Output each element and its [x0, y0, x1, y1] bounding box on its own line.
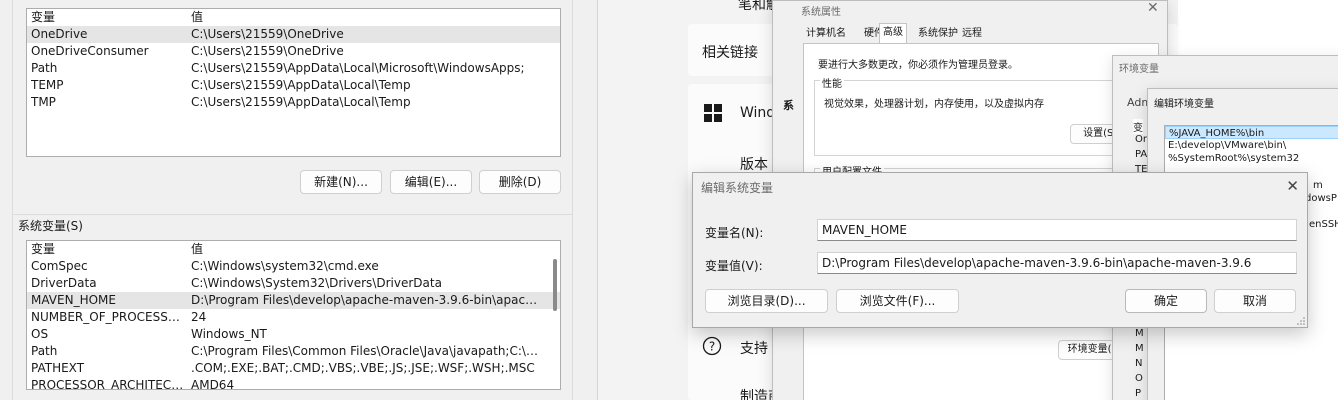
- dialog-title: 编辑环境变量: [1154, 99, 1214, 110]
- windows-logo-icon: [704, 104, 722, 122]
- table-row[interactable]: MAVEN_HOME D:\Program Files\develop\apac…: [27, 292, 560, 309]
- variable-value: C:\Users\21559\AppData\Local\Temp: [191, 95, 411, 109]
- variable-name: OneDriveConsumer: [31, 44, 149, 58]
- list-item[interactable]: %SystemRoot%\system32: [1165, 152, 1338, 165]
- list-item[interactable]: %JAVA_HOME%\bin: [1165, 126, 1338, 139]
- variable-name: NUMBER_OF_PROCESSORS: [31, 310, 187, 324]
- variable-name: Path: [31, 344, 58, 358]
- browse-file-button[interactable]: 浏览文件(F)...: [836, 289, 959, 313]
- dialog-title: 环境变量: [1119, 64, 1159, 75]
- variable-name: PROCESSOR_ARCHITECTURE: [31, 378, 187, 390]
- table-row[interactable]: DriverData C:\Windows\System32\Drivers\D…: [27, 275, 560, 292]
- user-variables-list[interactable]: 变量 值 OneDrive C:\Users\21559\OneDrive On…: [26, 8, 561, 157]
- sys-var-partial: M: [1135, 343, 1144, 354]
- related-links-heading: 相关链接: [702, 45, 758, 61]
- variable-name: OneDrive: [31, 27, 88, 41]
- variable-name-label: 变量名(N):: [705, 226, 764, 240]
- list-item[interactable]: E:\develop\VMware\bin\: [1165, 139, 1338, 152]
- support-heading[interactable]: 支持: [740, 338, 768, 358]
- table-row[interactable]: ComSpec C:\Windows\system32\cmd.exe: [27, 258, 560, 275]
- sys-var-partial: N: [1135, 358, 1143, 369]
- environment-variables-window: 变量 值 OneDrive C:\Users\21559\OneDrive On…: [0, 0, 598, 400]
- list-header[interactable]: 变量 值: [27, 9, 560, 26]
- scrollbar[interactable]: [552, 259, 558, 387]
- column-header-value[interactable]: 值: [191, 241, 539, 258]
- variable-name: ComSpec: [31, 259, 88, 273]
- system-variables-group-label: 系统变量(S): [18, 219, 83, 233]
- variable-name-field[interactable]: MAVEN_HOME: [817, 219, 1297, 241]
- variable-value: C:\Windows\System32\Drivers\DriverData: [191, 276, 442, 290]
- user-var-partial: 变: [1133, 119, 1143, 134]
- ok-button[interactable]: 确定: [1125, 289, 1207, 313]
- table-row[interactable]: TEMP C:\Users\21559\AppData\Local\Temp: [27, 77, 560, 94]
- variable-value: C:\Program Files\Common Files\Oracle\Jav…: [191, 344, 539, 358]
- table-row[interactable]: PATHEXT .COM;.EXE;.BAT;.CMD;.VBS;.VBE;.J…: [27, 360, 560, 377]
- column-header-variable[interactable]: 变量: [31, 9, 187, 26]
- column-header-variable[interactable]: 变量: [31, 241, 187, 258]
- variable-value: C:\Users\21559\OneDrive: [191, 44, 344, 58]
- new-user-variable-button[interactable]: 新建(N)...: [300, 170, 382, 194]
- close-icon[interactable]: ✕: [1147, 1, 1159, 15]
- performance-group-label: 性能: [820, 75, 844, 90]
- variable-value: C:\Users\21559\AppData\Local\Microsoft\W…: [191, 61, 525, 75]
- table-row[interactable]: OneDrive C:\Users\21559\OneDrive: [27, 26, 560, 43]
- edit-user-variable-button[interactable]: 编辑(E)...: [390, 170, 472, 194]
- dialog-title: 系统属性: [801, 7, 841, 18]
- variable-value: D:\Program Files\develop\apache-maven-3.…: [191, 293, 539, 307]
- tab-computer-name[interactable]: 计算机名: [803, 25, 849, 43]
- variable-value: 24: [191, 310, 207, 324]
- table-row[interactable]: Path C:\Program Files\Common Files\Oracl…: [27, 343, 560, 360]
- sys-var-partial: M: [1135, 328, 1144, 339]
- variable-name: MAVEN_HOME: [31, 293, 116, 307]
- tab-advanced[interactable]: 高级: [879, 23, 907, 43]
- variable-value-label: 变量值(V):: [705, 259, 763, 273]
- performance-description: 视觉效果，处理器计划，内存使用，以及虚拟内存: [824, 99, 1044, 110]
- sys-var-partial: O: [1135, 373, 1143, 384]
- variable-name: TEMP: [31, 78, 64, 92]
- system-section-partial: 系: [783, 99, 794, 112]
- window-border: [572, 0, 573, 400]
- table-row[interactable]: OneDriveConsumer C:\Users\21559\OneDrive: [27, 43, 560, 60]
- svg-text:?: ?: [709, 340, 715, 354]
- tab-system-protection[interactable]: 系统保护: [915, 25, 961, 43]
- variable-value: C:\Windows\system32\cmd.exe: [191, 259, 379, 273]
- variable-value: AMD64: [191, 378, 235, 390]
- table-row[interactable]: NUMBER_OF_PROCESSORS 24: [27, 309, 560, 326]
- variable-name: PATHEXT: [31, 361, 85, 375]
- system-variables-list[interactable]: 变量 值 ComSpec C:\Windows\system32\cmd.exe…: [26, 240, 561, 390]
- variable-name: OS: [31, 327, 49, 341]
- variable-name: TMP: [31, 95, 56, 109]
- admin-note: 要进行大多数更改，你必须作为管理员登录。: [818, 60, 1018, 71]
- divider: [12, 214, 573, 215]
- tab-remote[interactable]: 远程: [959, 25, 985, 43]
- variable-value: C:\Users\21559\OneDrive: [191, 27, 344, 41]
- variable-value: C:\Users\21559\AppData\Local\Temp: [191, 78, 411, 92]
- edition-label: 版本: [740, 157, 768, 173]
- dialog-title: 编辑系统变量: [701, 181, 774, 195]
- variable-name: Path: [31, 61, 58, 75]
- variable-value: Windows_NT: [191, 327, 267, 341]
- variable-value-field[interactable]: D:\Program Files\develop\apache-maven-3.…: [817, 252, 1297, 274]
- list-header[interactable]: 变量 值: [27, 241, 560, 258]
- browse-directory-button[interactable]: 浏览目录(D)...: [705, 289, 828, 313]
- performance-group: [814, 80, 1150, 156]
- table-row[interactable]: OS Windows_NT: [27, 326, 560, 343]
- delete-user-variable-button[interactable]: 删除(D): [479, 170, 561, 194]
- table-row[interactable]: TMP C:\Users\21559\AppData\Local\Temp: [27, 94, 560, 111]
- close-icon[interactable]: ✕: [1286, 177, 1299, 195]
- help-icon: ?: [702, 336, 722, 356]
- edit-system-variable-dialog: 编辑系统变量 ✕ 变量名(N): MAVEN_HOME 变量值(V): D:\P…: [692, 172, 1308, 328]
- table-row[interactable]: PROCESSOR_ARCHITECTURE AMD64: [27, 377, 560, 390]
- user-var-partial: PA: [1135, 149, 1148, 160]
- resize-grip-icon[interactable]: [1297, 317, 1305, 325]
- table-row[interactable]: Path C:\Users\21559\AppData\Local\Micros…: [27, 60, 560, 77]
- variable-value: .COM;.EXE;.BAT;.CMD;.VBS;.VBE;.JS;.JSE;.…: [191, 361, 535, 375]
- cancel-button[interactable]: 取消: [1214, 289, 1296, 313]
- window-border: [12, 0, 13, 400]
- variable-name: DriverData: [31, 276, 97, 290]
- sys-var-partial: P: [1135, 388, 1142, 399]
- scrollbar-thumb[interactable]: [553, 259, 557, 311]
- column-header-value[interactable]: 值: [191, 9, 547, 26]
